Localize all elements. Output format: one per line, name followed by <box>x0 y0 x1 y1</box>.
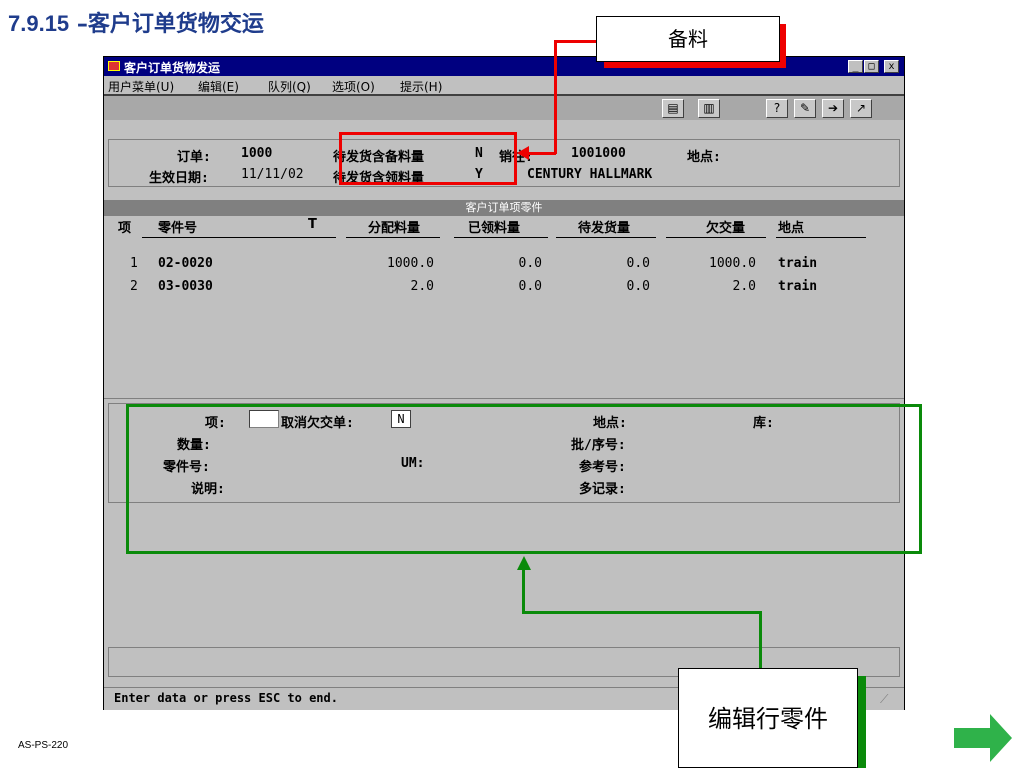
help-icon[interactable]: ? <box>766 99 788 118</box>
highlight-box-bottom <box>126 551 922 554</box>
underline-site <box>776 237 866 238</box>
col-allocated: 分配料量 <box>368 221 421 236</box>
slide-title-text: –客户订单货物交运 <box>76 12 264 37</box>
row-item: 2 <box>130 279 138 294</box>
picked-value[interactable]: N <box>475 146 483 161</box>
row-site: train <box>778 256 818 271</box>
menu-queue[interactable]: 队列(Q) <box>268 78 311 95</box>
app-window: 客户订单货物发运 _ □ x 用户菜单(U) 编辑(E) 队列(Q) 选项(O)… <box>103 56 905 710</box>
multi-entry-label: 多记录: <box>579 482 626 497</box>
row-backorder: 2.0 <box>732 279 756 294</box>
row-backorder: 1000.0 <box>709 256 756 271</box>
minimize-button[interactable]: _ <box>848 60 863 73</box>
col-item: 项 <box>118 221 132 236</box>
highlight-box-bottom <box>339 182 517 185</box>
row-issued: 0.0 <box>518 279 542 294</box>
status-message: Enter data or press ESC to end. <box>114 691 338 705</box>
picked-label: 待发货含备料量 <box>333 150 425 165</box>
connector-line <box>759 611 762 669</box>
effective-date-label: 生效日期: <box>149 171 209 186</box>
highlight-box-left <box>339 132 342 185</box>
table-row[interactable]: 1 02-0020 1000.0 0.0 0.0 1000.0 train <box>104 256 904 276</box>
row-site: train <box>778 279 818 294</box>
menu-hints[interactable]: 提示(H) <box>400 78 442 95</box>
reference-label: 参考号: <box>579 460 626 475</box>
line-input[interactable] <box>249 410 279 428</box>
connector-line <box>522 568 525 614</box>
row-pending: 0.0 <box>626 279 650 294</box>
connector-line <box>554 40 557 154</box>
edit-line-panel: 项: 取消欠交单: N 数量: 零件号: 说明: UM: 地点: 批/序号: 参… <box>108 403 900 503</box>
slide-code: AS-PS-220 <box>18 740 69 751</box>
site-label: 地点: <box>687 150 721 165</box>
window-title: 客户订单货物发运 <box>124 61 221 75</box>
menu-user[interactable]: 用户菜单(U) <box>108 78 174 95</box>
app-icon <box>108 61 120 71</box>
edit-site-label: 地点: <box>593 416 627 431</box>
lot-serial-label: 批/序号: <box>571 438 626 453</box>
underline-allocated <box>346 237 440 238</box>
finish-icon[interactable]: ↗ <box>850 99 872 118</box>
cancel-backorder-input[interactable]: N <box>391 410 411 428</box>
paste-icon[interactable]: ▥ <box>698 99 720 118</box>
underline-backorder <box>666 237 766 238</box>
menu-options[interactable]: 选项(O) <box>332 78 375 95</box>
col-issued: 已领料量 <box>468 221 521 236</box>
underline-pending <box>556 237 656 238</box>
row-part: 03-0030 <box>158 279 213 294</box>
menu-bar: 用户菜单(U) 编辑(E) 队列(Q) 选项(O) 提示(H) <box>104 76 904 94</box>
row-allocated: 2.0 <box>410 279 434 294</box>
header-panel: 订单: 1000 生效日期: 11/11/02 待发货含备料量 N 待发货含领料… <box>108 139 900 187</box>
row-issued: 0.0 <box>518 256 542 271</box>
connector-line <box>522 611 762 614</box>
line-label: 项: <box>205 416 226 431</box>
row-pending: 0.0 <box>626 256 650 271</box>
table-row[interactable]: 2 03-0030 2.0 0.0 0.0 2.0 train <box>104 279 904 299</box>
connector-line <box>526 152 556 155</box>
col-part: 零件号 <box>158 221 198 236</box>
next-slide-arrow-icon[interactable] <box>954 714 1014 762</box>
line-item-grid: 项 零件号 T 分配料量 已领料量 待发货量 欠交量 地点 1 02-0020 … <box>104 216 904 399</box>
row-allocated: 1000.0 <box>387 256 434 271</box>
edit-help-icon[interactable]: ✎ <box>794 99 816 118</box>
edit-line-callout: 编辑行零件 <box>678 668 858 768</box>
effective-date-value[interactable]: 11/11/02 <box>241 167 304 182</box>
customer-name: CENTURY HALLMARK <box>527 167 653 182</box>
cancel-backorder-label: 取消欠交单: <box>281 416 354 431</box>
highlight-box-top <box>339 132 517 135</box>
highlight-box-top <box>126 404 922 407</box>
grid-title: 客户订单项零件 <box>104 200 904 216</box>
order-value[interactable]: 1000 <box>241 146 272 161</box>
row-part: 02-0020 <box>158 256 213 271</box>
location-label: 库: <box>753 416 774 431</box>
maximize-button[interactable]: □ <box>864 60 879 73</box>
col-site: 地点 <box>778 221 805 236</box>
next-icon[interactable]: ➔ <box>822 99 844 118</box>
menu-edit[interactable]: 编辑(E) <box>198 78 239 95</box>
issued-value[interactable]: Y <box>475 167 483 182</box>
connector-line <box>554 40 598 43</box>
description-label: 说明: <box>191 482 225 497</box>
underline-part <box>142 237 336 238</box>
highlight-box-right <box>919 404 922 554</box>
highlight-box-left <box>126 404 129 554</box>
part-label: 零件号: <box>163 460 210 475</box>
col-backorder: 欠交量 <box>706 221 746 236</box>
quantity-label: 数量: <box>177 438 211 453</box>
resize-grip-icon[interactable]: ⟋ <box>880 692 888 707</box>
order-label: 订单: <box>177 150 211 165</box>
um-label: UM: <box>401 456 425 471</box>
slide-title-number: 7.9.15 <box>8 11 70 36</box>
copy-icon[interactable]: ▤ <box>662 99 684 118</box>
col-type: T <box>308 217 317 232</box>
arrow-left-icon <box>517 146 529 160</box>
slide-title: 7.9.15 –客户订单货物交运 <box>8 6 264 38</box>
toolbar: ▤ ▥ ? ✎ ➔ ↗ <box>104 94 904 120</box>
row-item: 1 <box>130 256 138 271</box>
col-pending: 待发货量 <box>578 221 631 236</box>
sold-to-value[interactable]: 1001000 <box>571 146 626 161</box>
underline-issued <box>454 237 548 238</box>
close-button[interactable]: x <box>884 60 899 73</box>
picking-callout: 备料 <box>596 16 780 62</box>
